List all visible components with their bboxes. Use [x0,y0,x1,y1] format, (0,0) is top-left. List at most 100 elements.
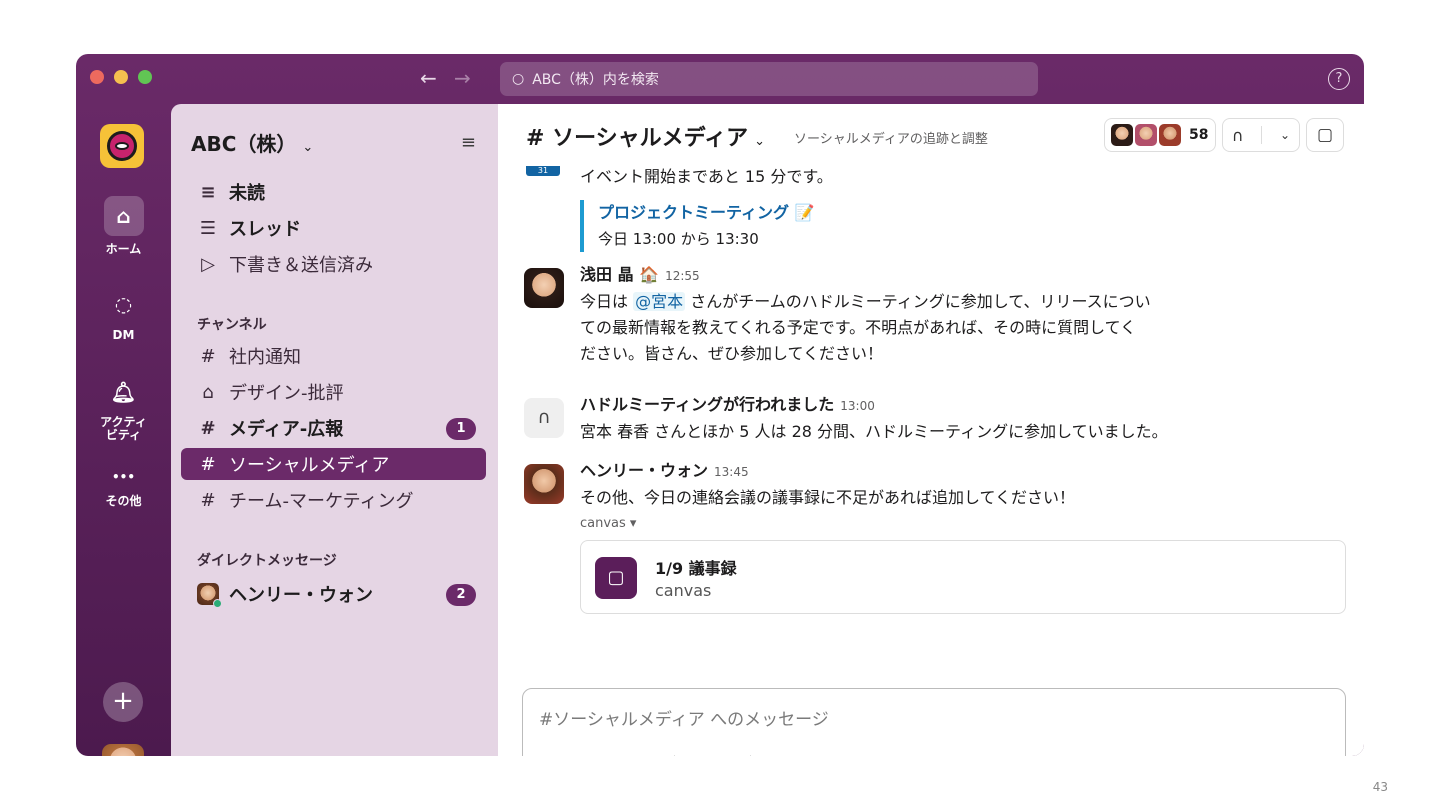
channel-title-label: # ソーシャルメディア [526,126,749,151]
dm-label: ヘンリー・ウォン [229,585,373,606]
message-composer[interactable]: #ソーシャルメディア へのメッセージ + ☺ @ Aa ▭ ♪ ⧄ ➤ | ⌄ [522,688,1346,756]
message-text: 今日は [580,292,634,311]
canvas-toggle[interactable]: canvas ▾ [580,516,636,531]
hash-icon: # [200,489,216,511]
sidebar-channel-design-critique[interactable]: ⌂ デザイン-批評 [181,376,486,408]
zoom-window-button[interactable] [138,70,152,84]
search-placeholder: ABC（株）内を検索 [532,72,659,88]
workspace-logo[interactable] [100,124,144,168]
channel-label: デザイン-批評 [229,383,344,404]
forward-arrow-icon[interactable]: → [454,66,471,90]
unread-badge: 2 [446,584,476,606]
huddle-button[interactable]: ∩ ⌄ [1222,118,1300,152]
canvas-title: 1/9 議事録 [655,559,737,578]
slash-command-icon[interactable]: ⧄ [767,755,778,756]
channel-header: # ソーシャルメディア ⌄ ソーシャルメディアの追跡と調整 58 ∩ ⌄ ▢ [498,104,1364,166]
hash-icon: # [200,417,216,439]
message-list: 31 イベント開始まであと 15 分です。 プロジェクトミーティング 📝 今日 … [498,166,1364,686]
user-mention[interactable]: @宮本 [633,292,686,311]
emoji-icon[interactable]: ☺ [569,755,587,756]
sidebar-channel-media-pr[interactable]: # メディア-広報 1 [181,412,486,444]
composer-toolbar: + ☺ @ Aa ▭ ♪ ⧄ [539,755,778,756]
hash-icon: # [200,453,216,475]
channel-label: チーム-マーケティング [229,491,414,512]
workspace-name[interactable]: ABC（株） ⌄ [191,128,313,157]
home-icon: ⌂ [103,196,144,236]
microphone-icon[interactable]: ♪ [723,755,734,756]
filter-icon[interactable]: ≡ [461,132,476,153]
headphones-icon: ∩ [524,398,564,438]
close-window-button[interactable] [90,70,104,84]
event-title-link[interactable]: プロジェクトミーティング 📝 [598,200,815,226]
send-icon: ▷ [201,253,215,275]
plus-icon[interactable]: + [539,755,553,756]
channel-label: ソーシャルメディア [229,455,390,476]
hash-icon: # [200,345,216,367]
headphones-icon: ∩ [1231,125,1244,145]
message-time[interactable]: 13:45 [714,465,749,479]
members-button[interactable]: 58 [1104,118,1216,152]
rail-more-label: その他 [105,494,142,508]
canvas-card[interactable]: ▢ 1/9 議事録 canvas [580,540,1346,614]
message-text: 宮本 春香 さんとほか 5 人は 28 分間、ハドルミーティングに参加していまし… [580,422,1168,441]
unread-badge: 1 [446,418,476,440]
message-henry: ヘンリー・ウォン 13:45 その他、今日の連絡会議の議事録に不足があれば追加して… [580,458,1075,511]
sidebar-item-drafts[interactable]: ▷ 下書き＆送信済み [181,248,486,280]
format-button[interactable]: Aa [636,755,658,756]
dm-icon: ◌ [114,292,133,316]
calendar-icon: 31 [526,166,560,176]
page-number: 43 [1372,780,1388,794]
sidebar-dm-henry-wong[interactable]: ヘンリー・ウォン 2 [181,578,486,610]
channel-sidebar: ABC（株） ⌄ ≡ ≡ 未読 ☰ スレッド ▷ 下書き＆送信済み チャンネル #… [171,104,498,756]
henry-avatar[interactable] [524,464,564,504]
video-icon[interactable]: ▭ [691,755,707,756]
threads-icon: ☰ [199,217,217,239]
member-avatar [1135,124,1157,146]
event-attachment: プロジェクトミーティング 📝 今日 13:00 から 13:30 [580,200,815,252]
message-author[interactable]: ヘンリー・ウォン [580,461,708,480]
message-text: ださい。皆さん、ぜひ参加してください！ [580,344,884,363]
chevron-down-icon: ⌄ [754,134,766,149]
search-icon: ○ [512,71,525,87]
unread-icon: ≡ [200,181,216,203]
canvas-icon[interactable]: ▢ [1306,118,1344,152]
sidebar-channel-team-marketing[interactable]: # チーム-マーケティング [181,484,486,516]
user-avatar[interactable] [102,744,144,756]
add-workspace-button[interactable]: + [103,682,143,722]
workspace-rail: ⌂ ホーム ◌ DM 🔔︎ アクティ ビティ ••• その他 + [76,104,171,756]
help-icon[interactable]: ? [1328,68,1350,90]
member-count: 58 [1189,127,1209,143]
channel-view: # ソーシャルメディア ⌄ ソーシャルメディアの追跡と調整 58 ∩ ⌄ ▢ 31… [498,104,1364,756]
rail-dm[interactable]: ◌ DM [76,284,171,342]
henry-avatar [197,583,222,608]
message-time[interactable]: 12:55 [665,269,700,283]
sidebar-channel-announcements[interactable]: # 社内通知 [181,340,486,372]
asada-avatar[interactable] [524,268,564,308]
more-dots-icon: ••• [111,470,135,484]
rail-home[interactable]: ⌂ ホーム [76,196,171,257]
message-input[interactable]: #ソーシャルメディア へのメッセージ [539,705,829,730]
sidebar-item-label: 未読 [229,183,265,204]
channel-title[interactable]: # ソーシャルメディア ⌄ [526,120,765,152]
search-bar[interactable]: ○ ABC（株）内を検索 [500,62,1038,96]
sidebar-item-unread[interactable]: ≡ 未読 [181,176,486,208]
rail-more[interactable]: ••• その他 [76,470,171,509]
sidebar-channel-social-media[interactable]: # ソーシャルメディア [181,448,486,480]
sidebar-item-label: 下書き＆送信済み [229,255,373,276]
dm-section-label[interactable]: ダイレクトメッセージ [197,550,337,570]
message-time[interactable]: 13:00 [840,399,875,413]
rail-activity-label: アクティ ビティ [100,415,147,442]
message-text: さんがチームのハドルミーティングに参加して、リリースについ [685,292,1151,311]
rail-activity[interactable]: 🔔︎ アクティ ビティ [76,372,171,442]
channels-section-label[interactable]: チャンネル [197,314,267,334]
minimize-window-button[interactable] [114,70,128,84]
lock-icon: ⌂ [202,381,214,403]
mention-icon[interactable]: @ [603,755,620,756]
message-author[interactable]: 浅田 晶 🏠 [580,265,659,284]
sidebar-item-label: スレッド [229,219,301,240]
back-arrow-icon[interactable]: ← [420,66,437,90]
title-bar: ← → ○ ABC（株）内を検索 ? [76,54,1364,104]
bell-icon: 🔔︎ [110,380,137,404]
sidebar-item-threads[interactable]: ☰ スレッド [181,212,486,244]
channel-topic[interactable]: ソーシャルメディアの追跡と調整 [794,128,988,147]
